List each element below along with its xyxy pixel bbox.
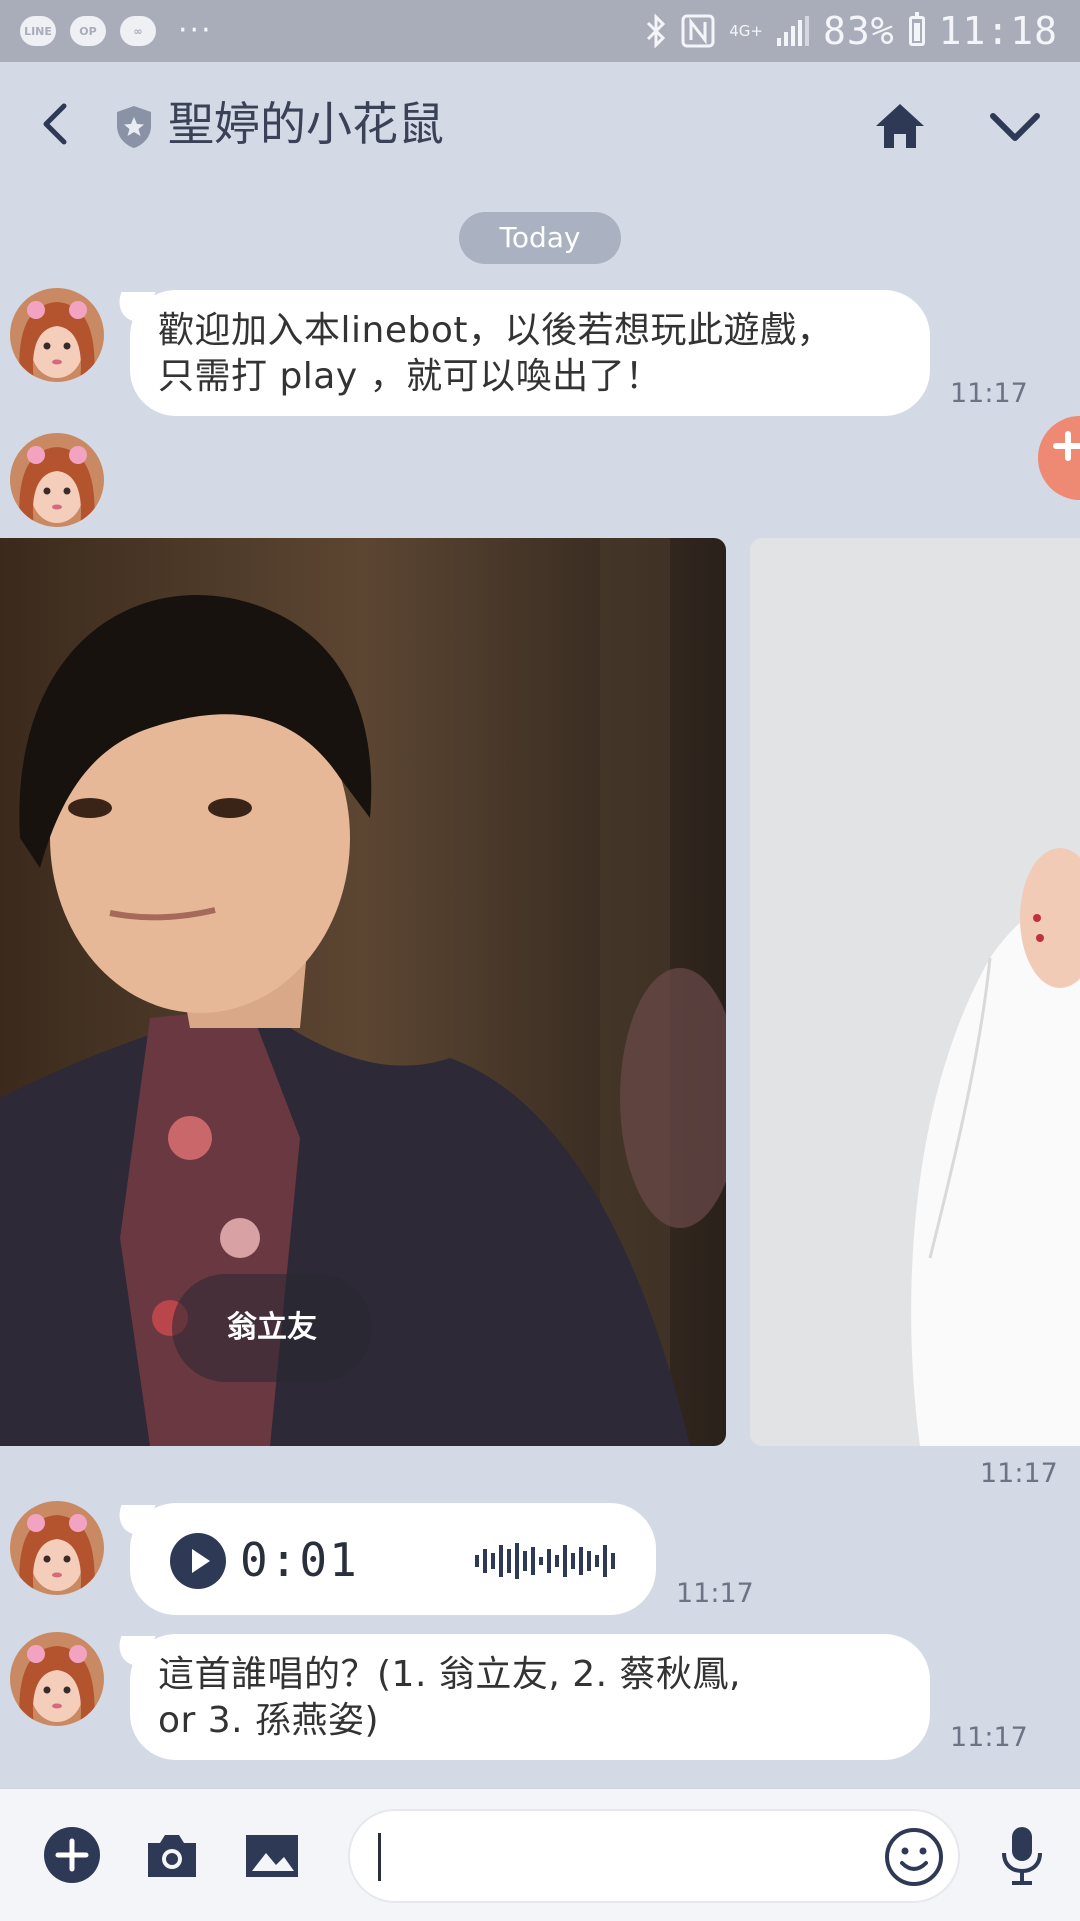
message-line: 只需打 play ，就可以喚出了！ xyxy=(158,356,662,397)
image-icon[interactable] xyxy=(240,1823,304,1887)
message-time: 11:17 xyxy=(980,1458,1058,1489)
message-line: 這首誰唱的？(1. 翁立友, 2. 蔡秋鳳, xyxy=(158,1654,741,1695)
text-cursor xyxy=(378,1833,381,1881)
message-time: 11:17 xyxy=(950,378,1028,409)
gomaji-app-icon: ∞ xyxy=(120,16,156,46)
bot-avatar[interactable] xyxy=(10,1501,104,1595)
nfc-icon xyxy=(681,14,715,48)
carousel-card-2[interactable] xyxy=(750,538,1080,1446)
message-text-1: 歡迎加入本linebot，以後若想玩此遊戲， 只需打 play ，就可以喚出了！ xyxy=(130,290,930,400)
message-text-4: 這首誰唱的？(1. 翁立友, 2. 蔡秋鳳, or 3. 孫燕姿) xyxy=(130,1634,930,1744)
official-account-shield-icon xyxy=(117,106,151,148)
battery-icon xyxy=(908,12,925,46)
bot-avatar[interactable] xyxy=(10,288,104,382)
message-input[interactable] xyxy=(348,1809,960,1903)
message-bubble-4[interactable]: 這首誰唱的？(1. 翁立友, 2. 蔡秋鳳, or 3. 孫燕姿) xyxy=(130,1634,930,1760)
message-bubble-1[interactable]: 歡迎加入本linebot，以後若想玩此遊戲， 只需打 play ，就可以喚出了！ xyxy=(130,290,930,416)
bluetooth-icon xyxy=(647,14,666,48)
singer-photo xyxy=(750,538,1080,1446)
microphone-icon[interactable] xyxy=(990,1823,1054,1887)
op-app-icon: OP xyxy=(70,16,106,46)
message-line: 歡迎加入本linebot，以後若想玩此遊戲， xyxy=(158,310,833,351)
network-type: 4G+ xyxy=(729,22,763,40)
status-bar: LINE OP ∞ ··· 4G+ 83% 11:18 xyxy=(0,0,1080,62)
line-app-icon: LINE xyxy=(20,16,56,46)
bot-avatar[interactable] xyxy=(10,1632,104,1726)
status-right: 4G+ 83% 11:18 xyxy=(645,6,1058,56)
floating-add-icon[interactable] xyxy=(1038,416,1080,500)
more-notifications-icon: ··· xyxy=(178,13,213,48)
chat-header: 聖婷的小花鼠 xyxy=(0,62,1080,192)
emoji-icon[interactable] xyxy=(882,1825,946,1889)
message-line: or 3. 孫燕姿) xyxy=(158,1700,380,1741)
audio-message-bubble[interactable]: 0:01 xyxy=(130,1503,656,1615)
carousel-card-1[interactable]: 翁立友 xyxy=(0,538,726,1446)
message-time: 11:17 xyxy=(676,1578,754,1609)
waveform-icon xyxy=(475,1543,615,1579)
home-icon[interactable] xyxy=(870,96,930,156)
signal-icon xyxy=(776,16,809,46)
date-divider: Today xyxy=(459,212,621,264)
carousel-card-label[interactable]: 翁立友 xyxy=(172,1274,372,1382)
camera-icon[interactable] xyxy=(140,1823,204,1887)
status-left: LINE OP ∞ ··· xyxy=(20,12,213,50)
audio-duration: 0:01 xyxy=(240,1533,359,1587)
message-time: 11:17 xyxy=(950,1722,1028,1753)
bot-avatar[interactable] xyxy=(10,433,104,527)
play-icon[interactable] xyxy=(170,1533,226,1589)
battery-percent: 83% xyxy=(822,9,895,53)
back-icon[interactable] xyxy=(28,94,88,154)
chat-title: 聖婷的小花鼠 xyxy=(168,97,444,151)
input-bar xyxy=(0,1788,1080,1921)
chevron-down-icon[interactable] xyxy=(985,98,1045,158)
clock: 11:18 xyxy=(938,9,1058,53)
add-icon[interactable] xyxy=(40,1823,104,1887)
